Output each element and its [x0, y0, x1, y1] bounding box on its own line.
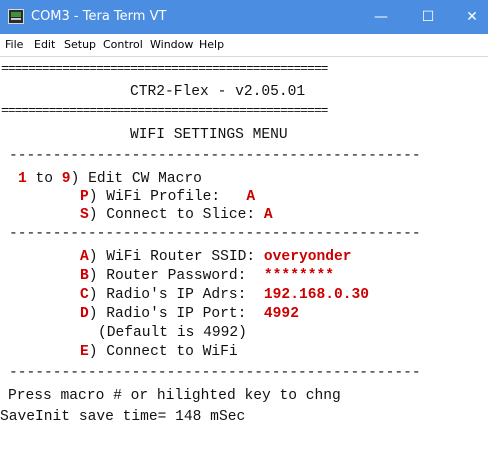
separator-equals: ========================================… [1, 103, 328, 118]
port-key: D [80, 306, 89, 322]
title-bar[interactable]: COM3 - Tera Term VT — ☐ ✕ [0, 0, 488, 34]
slice-key: S [80, 207, 89, 223]
menu-control[interactable]: Control [103, 38, 143, 52]
version-banner: CTR2-Flex - v2.05.01 [130, 84, 306, 100]
wifi-ssid-line[interactable]: A) WiFi Router SSID: overyonder [80, 248, 352, 266]
close-icon[interactable]: ✕ [452, 0, 488, 34]
separator-dashes: ----------------------------------------… [9, 365, 421, 381]
connect-wifi-line[interactable]: E) Connect to WiFi [80, 343, 238, 361]
connect-label: ) Connect to WiFi [88, 344, 238, 360]
status-text: SaveInit save time= 148 mSec [0, 409, 246, 425]
slice-label: ) Connect to Slice: [88, 207, 264, 223]
edit-cw-macro-line[interactable]: 1 to 9) Edit CW Macro [18, 170, 202, 188]
menu-edit[interactable]: Edit [34, 38, 55, 52]
menu-title: WIFI SETTINGS MENU [130, 127, 288, 143]
slice-value: A [263, 207, 273, 223]
menu-bar: File Edit Setup Control Window Help [0, 34, 488, 57]
ip-value: 192.168.0.30 [263, 287, 370, 303]
port-label: ) Radio's IP Port: [88, 306, 264, 322]
connect-slice-line[interactable]: S) Connect to Slice: A [80, 206, 273, 224]
teraterm-icon[interactable] [8, 9, 24, 24]
macro-to: to [26, 171, 62, 187]
radio-port-line[interactable]: D) Radio's IP Port: 4992 [80, 305, 299, 323]
menu-window[interactable]: Window [150, 38, 193, 52]
macro-label: ) Edit CW Macro [70, 171, 202, 187]
terminal-screen[interactable]: ========================================… [0, 57, 488, 452]
maximize-icon[interactable]: ☐ [408, 0, 448, 34]
minimize-icon[interactable]: — [361, 0, 401, 34]
separator-equals: ========================================… [1, 61, 328, 76]
port-default-note: (Default is 4992) [98, 325, 247, 341]
macro-key-start: 1 [18, 171, 27, 187]
wifi-profile-line[interactable]: P) WiFi Profile: A [80, 188, 255, 206]
ip-key: C [80, 287, 89, 303]
menu-file[interactable]: File [5, 38, 23, 52]
separator-dashes: ----------------------------------------… [9, 148, 421, 164]
tera-term-window: COM3 - Tera Term VT — ☐ ✕ File Edit Setu… [0, 0, 488, 452]
radio-ip-line[interactable]: C) Radio's IP Adrs: 192.168.0.30 [80, 286, 369, 304]
ssid-label: ) WiFi Router SSID: [88, 249, 264, 265]
menu-help[interactable]: Help [199, 38, 224, 52]
separator-dashes: ----------------------------------------… [9, 226, 421, 242]
menu-setup[interactable]: Setup [64, 38, 96, 52]
connect-key: E [80, 344, 89, 360]
ssid-key: A [80, 249, 89, 265]
macro-key-end: 9 [61, 171, 71, 187]
password-value: ******** [263, 268, 334, 284]
router-password-line[interactable]: B) Router Password: ******** [80, 267, 334, 285]
password-label: ) Router Password: [88, 268, 264, 284]
window-title: COM3 - Tera Term VT [31, 9, 167, 24]
password-key: B [80, 268, 89, 284]
ssid-value: overyonder [263, 249, 352, 265]
profile-key: P [80, 189, 89, 205]
prompt-text: Press macro # or hilighted key to chng [8, 388, 341, 404]
port-value: 4992 [263, 306, 299, 322]
ip-label: ) Radio's IP Adrs: [88, 287, 264, 303]
profile-label: ) WiFi Profile: [88, 189, 247, 205]
profile-value: A [246, 189, 256, 205]
